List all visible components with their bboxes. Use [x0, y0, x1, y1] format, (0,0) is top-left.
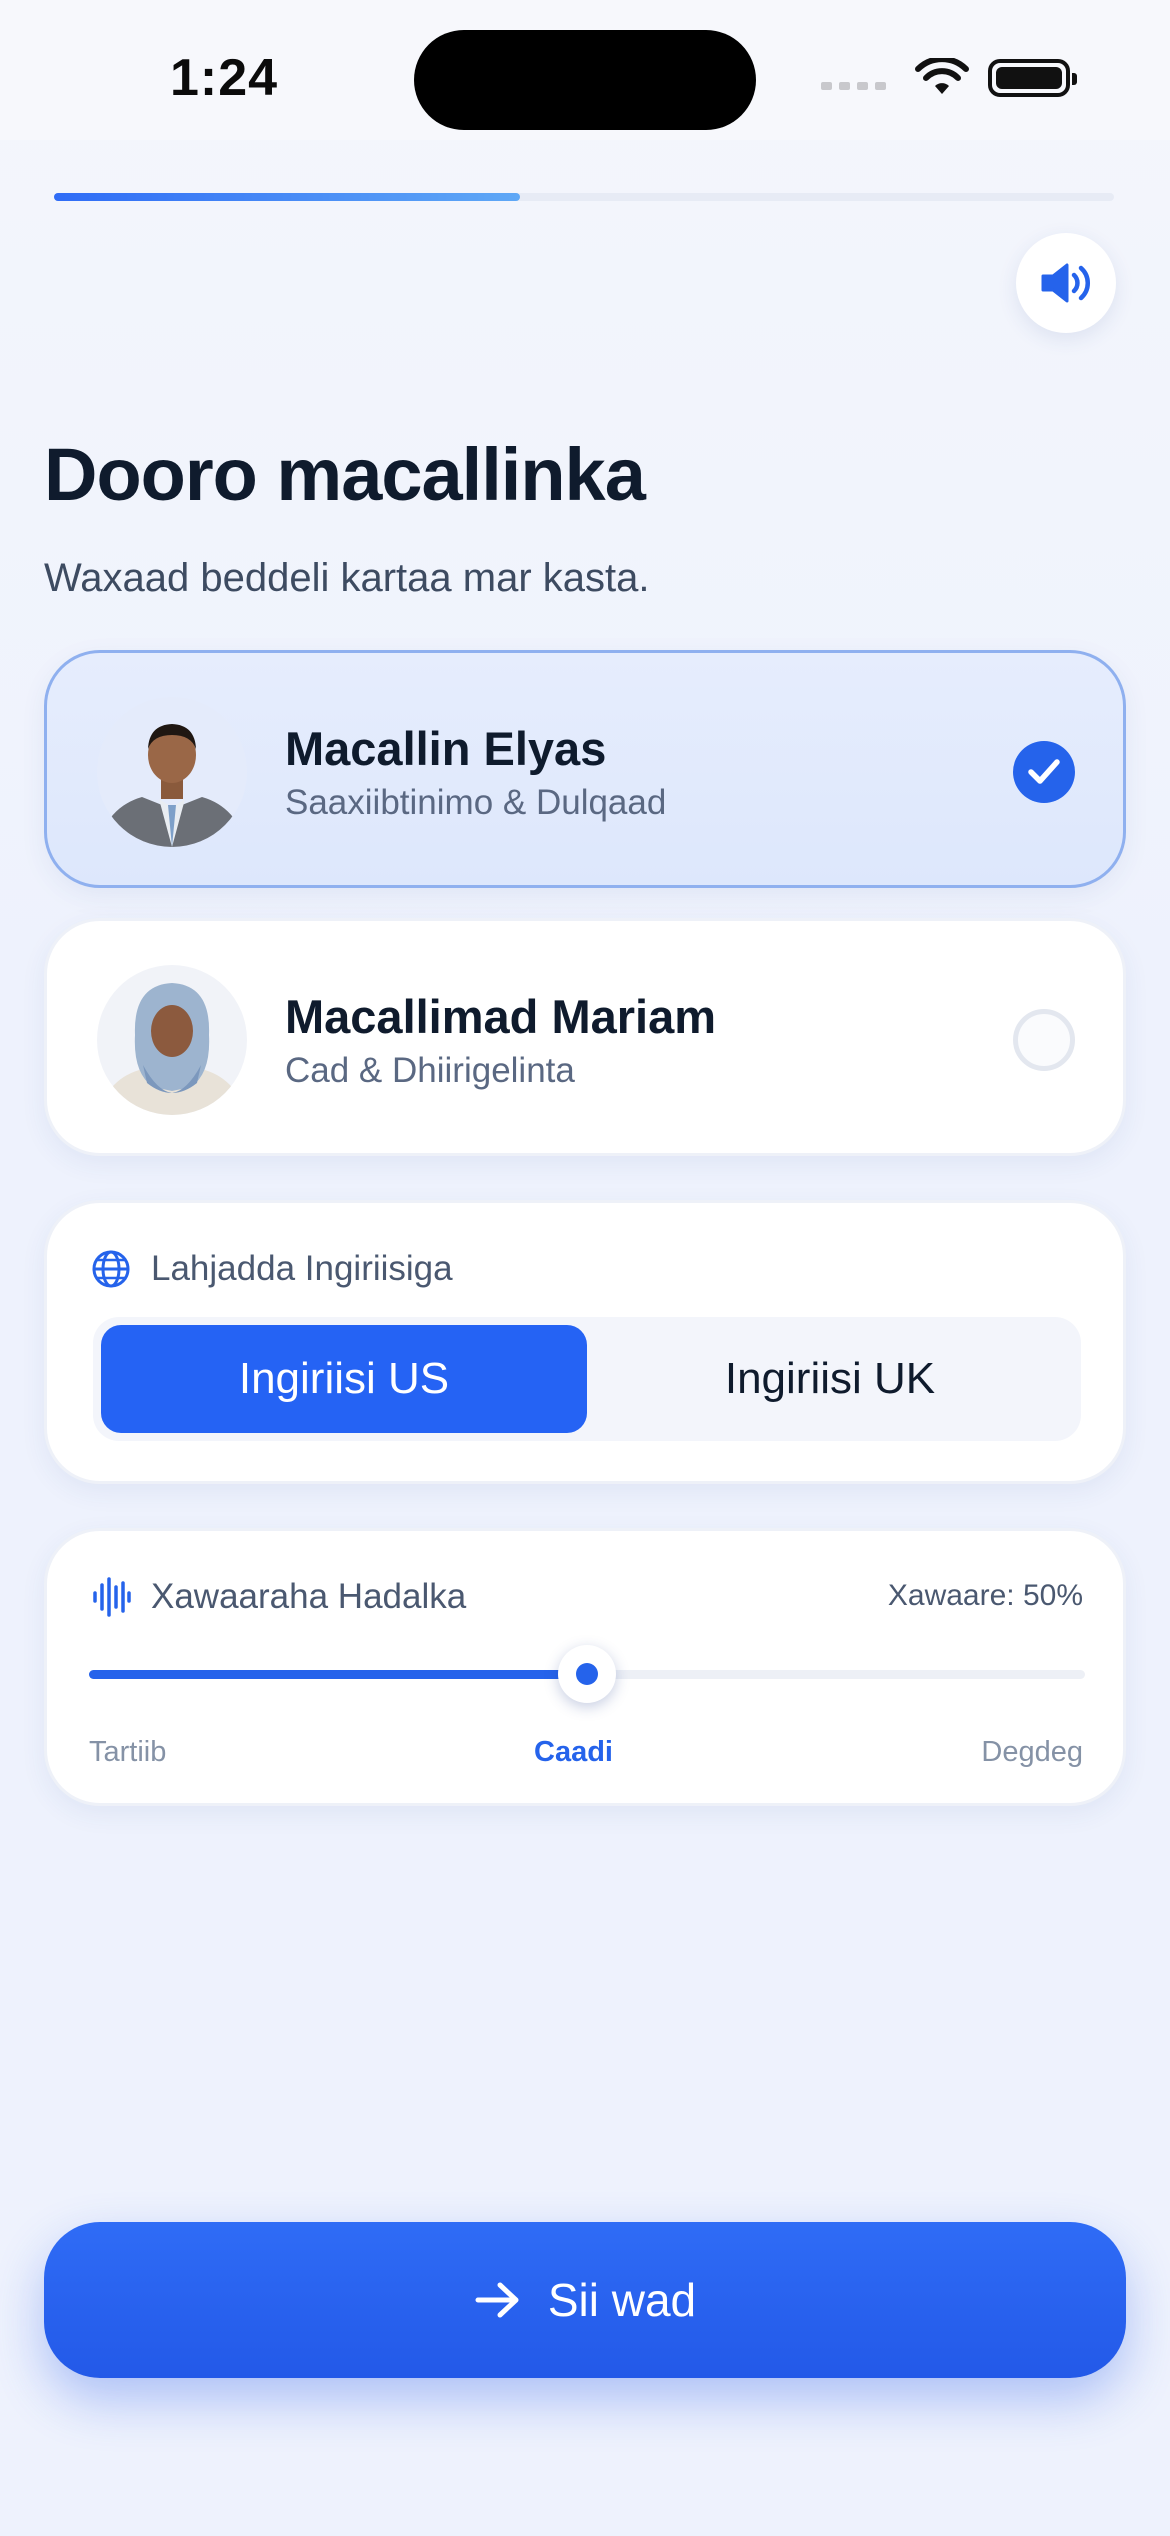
accent-segmented-control: Ingiriisi US Ingiriisi UK	[93, 1317, 1081, 1441]
accent-option-uk[interactable]: Ingiriisi UK	[587, 1325, 1073, 1433]
speed-slider-fill	[89, 1670, 587, 1679]
speech-speed-panel: Xawaaraha Hadalka Xawaare: 50% Tartiib C…	[44, 1528, 1126, 1806]
accent-option-us[interactable]: Ingiriisi US	[101, 1325, 587, 1433]
teacher-option-elyas[interactable]: Macallin Elyas Saaxiibtinimo & Dulqaad	[44, 650, 1126, 888]
continue-label: Sii wad	[547, 2274, 697, 2326]
battery-icon	[988, 59, 1077, 97]
speed-label: Xawaaraha Hadalka	[151, 1577, 467, 1616]
cellular-signal-icon	[821, 66, 886, 90]
speed-tick-fast: Degdeg	[981, 1736, 1083, 1768]
arrow-right-icon	[475, 2282, 519, 2318]
sound-toggle-button[interactable]	[1016, 233, 1116, 333]
teacher-option-mariam[interactable]: Macallimad Mariam Cad & Dhiirigelinta	[44, 918, 1126, 1156]
teacher-name: Macallin Elyas	[285, 722, 607, 775]
teacher-role: Saaxiibtinimo & Dulqaad	[285, 783, 667, 822]
speed-slider-thumb[interactable]	[558, 1645, 616, 1703]
teacher-role: Cad & Dhiirigelinta	[285, 1051, 575, 1090]
status-bar: 1:24	[0, 0, 1170, 140]
continue-button[interactable]: Sii wad	[44, 2222, 1126, 2378]
page-title: Dooro macallinka	[44, 433, 646, 516]
male-teacher-avatar	[97, 697, 247, 847]
waveform-icon	[93, 1577, 131, 1617]
onboarding-progress-bar	[54, 193, 1114, 201]
speed-slider[interactable]	[89, 1645, 1085, 1703]
female-teacher-avatar	[97, 965, 247, 1115]
dynamic-island	[414, 30, 756, 130]
globe-icon	[92, 1250, 130, 1288]
speed-value: Xawaare: 50%	[887, 1579, 1083, 1612]
speaker-icon	[1041, 263, 1091, 303]
teacher-name: Macallimad Mariam	[285, 990, 717, 1043]
progress-fill	[54, 193, 521, 201]
speed-tick-slow: Tartiib	[89, 1736, 167, 1768]
accent-label: Lahjadda Ingiriisiga	[151, 1249, 453, 1288]
unselected-radio-icon	[1013, 1009, 1075, 1071]
status-icons	[821, 58, 1077, 98]
status-time: 1:24	[170, 49, 279, 107]
speed-tick-normal: Caadi	[534, 1736, 613, 1768]
selected-check-icon	[1013, 741, 1075, 803]
page-subtitle: Waxaad beddeli kartaa mar kasta.	[44, 556, 650, 600]
accent-panel: Lahjadda Ingiriisiga Ingiriisi US Ingiri…	[44, 1200, 1126, 1484]
wifi-icon	[915, 58, 969, 94]
